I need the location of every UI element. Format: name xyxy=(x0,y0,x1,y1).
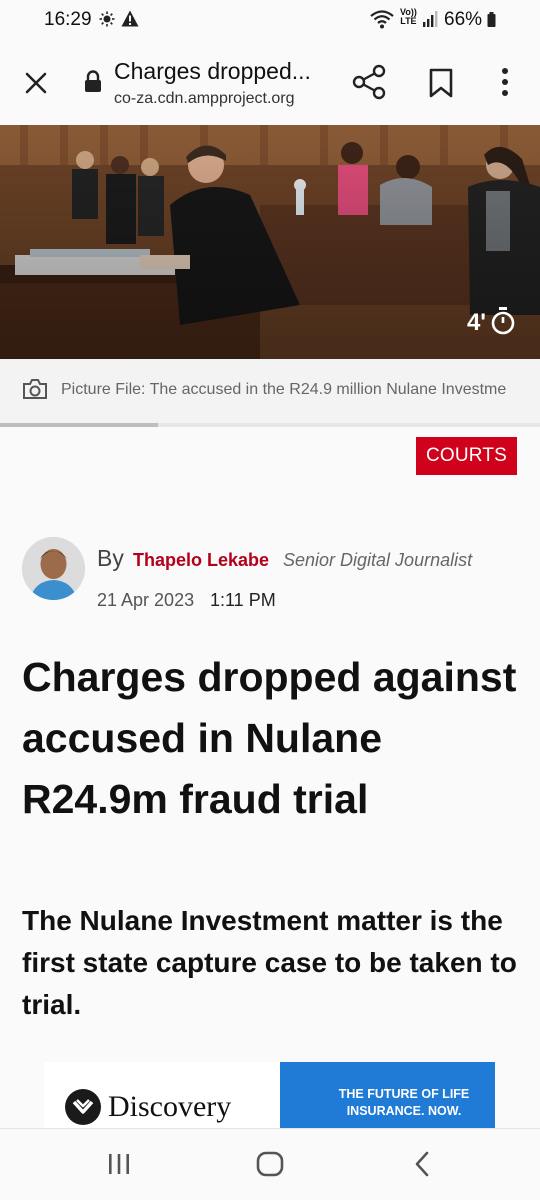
url-host[interactable]: co-za.cdn.ampproject.org xyxy=(114,90,295,108)
gallery-count: 4' xyxy=(466,309,486,336)
status-time: 16:29 xyxy=(44,9,92,30)
lte-indicator: Vo)) LTE xyxy=(400,8,417,26)
article-headline: Charges dropped against accused in Nulan… xyxy=(22,654,517,822)
system-nav-bar xyxy=(0,1128,540,1200)
caption-text: Picture File: The accused in the R24.9 m… xyxy=(61,381,507,398)
brightness-icon xyxy=(99,11,115,27)
close-icon[interactable] xyxy=(20,67,52,99)
article-subheadline: The Nulane Investment matter is the firs… xyxy=(22,905,517,1020)
warning-icon xyxy=(121,10,139,27)
recent-apps-icon[interactable] xyxy=(106,1153,132,1175)
share-icon[interactable] xyxy=(352,64,386,100)
byline-by: By xyxy=(97,545,124,571)
camera-icon xyxy=(23,379,47,399)
browser-toolbar: Charges dropped... co-za.cdn.ampproject.… xyxy=(0,40,540,125)
lock-icon xyxy=(85,70,101,92)
bookmark-icon[interactable] xyxy=(428,68,454,98)
ad-banner[interactable]: Discovery THE FUTURE OF LIFE INSURANCE. … xyxy=(44,1062,495,1128)
more-options-icon[interactable] xyxy=(496,66,514,98)
ad-brand-name: Discovery xyxy=(108,1090,232,1123)
back-icon[interactable] xyxy=(412,1151,432,1177)
hero-image[interactable]: 4' xyxy=(0,125,540,359)
ad-tagline-line1: THE FUTURE OF LIFE xyxy=(338,1087,470,1101)
wifi-icon xyxy=(370,10,394,29)
publish-date: 21 Apr 2023 xyxy=(97,590,195,610)
signal-icon xyxy=(423,11,438,27)
battery-percent: 66% xyxy=(444,9,483,30)
battery-icon xyxy=(487,12,496,27)
caption-scroll-thumb[interactable] xyxy=(0,423,158,427)
category-badge[interactable]: COURTS xyxy=(416,437,517,475)
lte-bottom-label: LTE xyxy=(400,16,417,26)
author-name[interactable]: Thapelo Lekabe xyxy=(133,550,269,571)
author-role: Senior Digital Journalist xyxy=(283,550,473,570)
author-avatar[interactable] xyxy=(22,537,85,600)
caption-scroll-track[interactable] xyxy=(0,423,540,427)
ad-tagline-line2: INSURANCE. NOW. xyxy=(346,1104,462,1118)
home-icon[interactable] xyxy=(256,1151,284,1177)
photo-caption[interactable]: Picture File: The accused in the R24.9 m… xyxy=(0,359,540,423)
discovery-logo-icon xyxy=(65,1089,101,1125)
author-photo xyxy=(22,537,85,600)
page-title[interactable]: Charges dropped... xyxy=(114,58,311,85)
courtroom-photo xyxy=(0,125,540,359)
status-bar: 16:29 Vo)) LTE 66% xyxy=(0,0,540,40)
timer-icon xyxy=(491,307,515,335)
ad-tagline: THE FUTURE OF LIFE INSURANCE. NOW. xyxy=(314,1086,494,1120)
publish-time: 1:11 PM xyxy=(210,590,276,610)
